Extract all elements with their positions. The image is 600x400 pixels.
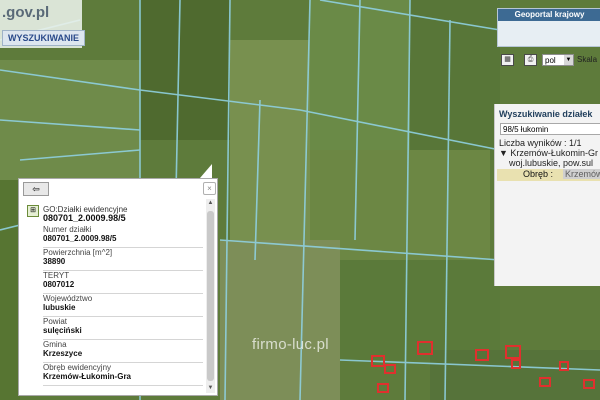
result-row-label: Obręb :	[523, 169, 554, 179]
result-row[interactable]: Obręb : Krzemów	[497, 169, 600, 181]
panel-title: Wyszukiwanie działek	[499, 109, 593, 119]
watermark: firmo-luc.pl	[252, 336, 329, 353]
result-region: woj.lubuskie, pow.sul	[509, 158, 594, 168]
result-tree-label: Krzemów-Łukomin-Gr	[510, 148, 598, 158]
field-label: Numer działki	[43, 225, 92, 234]
field-parcel-number: Numer działki 080701_2.0009.98/5	[43, 225, 203, 248]
site-logo[interactable]: .gov.pl	[2, 4, 49, 21]
parcel-search-panel: Wyszukiwanie działek 98/5 łukomin Liczba…	[494, 104, 600, 286]
overview-map-title: Geoportal krajowy	[514, 10, 585, 19]
field-value: 0807012	[43, 280, 75, 289]
language-value: pol	[545, 56, 556, 65]
chevron-down-icon: ▼	[564, 55, 573, 65]
field-precinct: Obręb ewidencyjny Krzemów-Łukomin-Gra	[43, 363, 203, 386]
scale-label[interactable]: Skala	[577, 55, 597, 64]
scroll-up-icon[interactable]: ▲	[206, 199, 215, 208]
result-tree-item[interactable]: ▼ Krzemów-Łukomin-Gr	[499, 148, 598, 158]
result-count: Liczba wyników : 1/1	[499, 138, 582, 148]
header-strip: .gov.pl WYSZUKIWANIE	[0, 0, 85, 48]
field-value: sulęciński	[43, 326, 82, 335]
field-county: Powiat sulęciński	[43, 317, 203, 340]
popup-scrollbar[interactable]: ▲ ▼	[206, 199, 215, 393]
field-value: Krzemów-Łukomin-Gra	[43, 372, 132, 381]
layer-icon: ⊞	[27, 205, 39, 217]
field-value: lubuskie	[43, 303, 76, 312]
back-button[interactable]: ⇦	[23, 182, 49, 196]
field-value: Krzeszyce	[43, 349, 83, 358]
search-button[interactable]: WYSZUKIWANIE	[2, 30, 85, 46]
field-area: Powierzchnia [m^2] 38890	[43, 248, 203, 271]
field-value: 080701_2.0009.98/5	[43, 234, 117, 243]
field-voivodeship: Województwo lubuskie	[43, 294, 203, 317]
field-label: Powiat	[43, 317, 68, 326]
field-label: Województwo	[43, 294, 93, 303]
field-commune: Gmina Krzeszyce	[43, 340, 203, 363]
field-label: TERYT	[43, 271, 70, 280]
popup-body: ⊞ GO:Działki ewidencyjne 080701_2.0009.9…	[23, 201, 205, 393]
scroll-down-icon[interactable]: ▼	[206, 384, 215, 393]
field-label: Obręb ewidencyjny	[43, 363, 112, 372]
overview-map[interactable]: Geoportal krajowy	[497, 8, 600, 47]
popup-pointer	[200, 164, 212, 178]
scroll-thumb[interactable]	[207, 211, 214, 381]
field-label: Gmina	[43, 340, 67, 349]
grid-icon[interactable]: ▦	[501, 54, 514, 66]
close-icon[interactable]: ×	[203, 182, 216, 195]
printer-icon[interactable]: ⎙	[524, 54, 537, 66]
result-row-value: Krzemów	[563, 169, 600, 179]
field-teryt: TERYT 0807012	[43, 271, 203, 294]
language-select[interactable]: pol ▼	[542, 54, 574, 66]
layer-id: 080701_2.0009.98/5	[43, 213, 126, 223]
field-value: 38890	[43, 257, 66, 266]
parcel-search-input[interactable]: 98/5 łukomin	[500, 123, 600, 135]
parcel-info-popup: ⇦ × ⊞ GO:Działki ewidencyjne 080701_2.00…	[18, 178, 218, 396]
field-label: Powierzchnia [m^2]	[43, 248, 113, 257]
